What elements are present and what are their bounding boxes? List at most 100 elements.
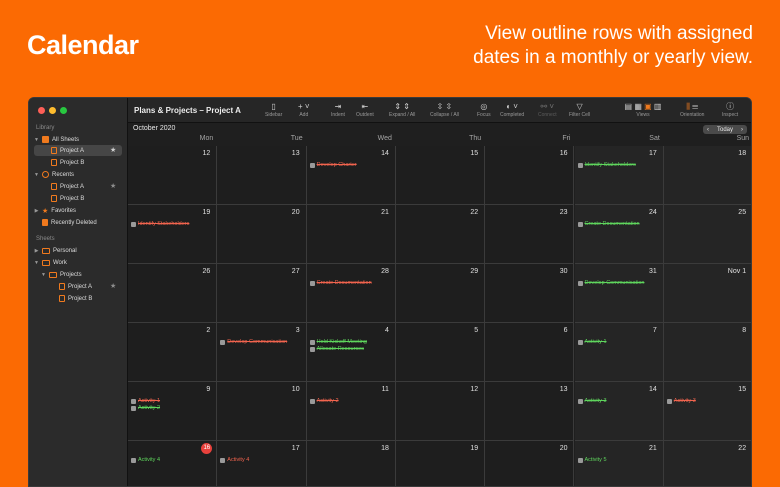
- calendar-event[interactable]: Activity 2: [131, 405, 160, 411]
- calendar-event[interactable]: Create Documentation: [309, 280, 372, 286]
- day-cell[interactable]: 4 Hold Kickoff Meeting Allocate Resources: [306, 323, 396, 382]
- day-cell[interactable]: 10: [217, 382, 307, 441]
- checkbox-icon[interactable]: [131, 221, 136, 227]
- checkbox-icon[interactable]: [309, 346, 315, 352]
- chevron-right-icon[interactable]: ▶: [34, 208, 39, 214]
- calendar-event[interactable]: Create Documentation: [577, 221, 640, 227]
- day-cell[interactable]: 8: [663, 323, 751, 382]
- calendar-event[interactable]: Activity 4: [131, 457, 160, 463]
- checkbox-icon[interactable]: [577, 339, 583, 345]
- calendar-event[interactable]: Develop Communication: [577, 280, 644, 286]
- day-cell[interactable]: 19: [395, 441, 486, 486]
- day-cell[interactable]: 16 Activity 4: [128, 441, 218, 486]
- day-cell[interactable]: 7 Activity 1: [574, 323, 664, 382]
- chevron-down-icon[interactable]: ▼: [34, 260, 39, 266]
- chevron-down-icon[interactable]: ▼: [34, 137, 39, 143]
- day-cell[interactable]: 21: [306, 205, 396, 264]
- close-window-button[interactable]: [38, 107, 45, 114]
- today-button[interactable]: Today: [713, 127, 737, 133]
- day-cell[interactable]: 11 Activity 2: [306, 382, 396, 441]
- sidebar-item-all-sheets[interactable]: ▼ All Sheets: [34, 134, 124, 145]
- checkbox-icon[interactable]: [220, 457, 226, 463]
- day-cell[interactable]: 14 Develop Charter: [306, 146, 396, 205]
- calendar-event[interactable]: Activity 3: [666, 398, 696, 404]
- chevron-right-icon[interactable]: ▶: [34, 248, 39, 254]
- day-cell[interactable]: 27: [217, 264, 307, 323]
- day-cell[interactable]: 18: [306, 441, 396, 486]
- calendar-event[interactable]: Develop Communication: [220, 339, 287, 345]
- calendar-event[interactable]: Identify Stakeholders: [577, 162, 636, 168]
- sidebar-item-work[interactable]: ▼ Work: [34, 257, 124, 268]
- calendar-event[interactable]: Identify Stakeholders: [131, 221, 189, 227]
- day-cell[interactable]: 13: [217, 146, 307, 205]
- day-cell[interactable]: 16: [485, 146, 575, 205]
- calendar-event[interactable]: Activity 2: [309, 398, 339, 404]
- previous-month-button[interactable]: ‹: [703, 127, 713, 133]
- day-cell[interactable]: 5: [395, 323, 486, 382]
- star-icon[interactable]: ★: [110, 282, 116, 290]
- day-cell[interactable]: 28 Create Documentation: [306, 264, 396, 323]
- orientation-control[interactable]: ⫼ ☰ Orientation: [680, 101, 704, 118]
- day-cell[interactable]: 17 Identify Stakeholders: [574, 146, 664, 205]
- checkbox-icon[interactable]: [309, 398, 315, 404]
- checkbox-icon[interactable]: [131, 405, 136, 411]
- sidebar-item-recents[interactable]: ▼ Recents: [34, 169, 124, 180]
- sidebar-item-personal[interactable]: ▶ Personal: [34, 245, 124, 256]
- zoom-window-button[interactable]: [60, 107, 67, 114]
- checkbox-icon[interactable]: [131, 398, 136, 404]
- views-segmented-control[interactable]: ▤ ▦ ▣ ▥ Views: [609, 101, 677, 118]
- calendar-view-icon[interactable]: ▣: [644, 102, 652, 111]
- outdent-button[interactable]: ⇤ Outdent: [356, 101, 374, 118]
- day-cell[interactable]: 3 Develop Communication: [217, 323, 307, 382]
- connect-button[interactable]: ⚯ ˅ Connect: [538, 101, 557, 118]
- completed-button[interactable]: ◐ ˅ Completed: [500, 101, 524, 118]
- checkbox-icon[interactable]: [577, 457, 583, 463]
- calendar-event[interactable]: Activity 1: [131, 398, 160, 404]
- sidebar-item-recently-deleted[interactable]: Recently Deleted: [34, 217, 124, 228]
- day-cell[interactable]: 31 Develop Communication: [574, 264, 664, 323]
- add-button[interactable]: + ˅ Add: [298, 101, 310, 118]
- minimize-window-button[interactable]: [49, 107, 56, 114]
- day-cell[interactable]: 14 Activity 3: [574, 382, 664, 441]
- day-cell[interactable]: 15 Activity 3: [663, 382, 751, 441]
- sidebar-item-work-project-b[interactable]: Project B: [34, 293, 124, 304]
- checkbox-icon[interactable]: [666, 398, 672, 404]
- day-cell[interactable]: 20: [217, 205, 307, 264]
- checkbox-icon[interactable]: [131, 457, 136, 463]
- inspect-button[interactable]: ⓘ Inspect: [722, 101, 738, 118]
- calendar-event[interactable]: Activity 5: [577, 457, 607, 463]
- day-cell[interactable]: 15: [395, 146, 486, 205]
- day-cell[interactable]: 17 Activity 4: [217, 441, 307, 486]
- next-month-button[interactable]: ›: [737, 127, 747, 133]
- sidebar-item-projects[interactable]: ▼ Projects: [41, 269, 124, 280]
- sidebar-item-project-b[interactable]: Project B: [34, 157, 124, 168]
- filter-cell-button[interactable]: ▽ Filter Cell: [569, 101, 590, 118]
- star-icon[interactable]: ★: [110, 146, 116, 154]
- day-cell[interactable]: 22: [395, 205, 486, 264]
- day-cell[interactable]: 13: [485, 382, 575, 441]
- checkbox-icon[interactable]: [309, 280, 315, 286]
- chevron-down-icon[interactable]: ▼: [34, 172, 39, 178]
- day-cell[interactable]: 12: [128, 146, 218, 205]
- chevron-down-icon[interactable]: ▼: [41, 272, 46, 278]
- day-cell[interactable]: 20: [485, 441, 575, 486]
- star-icon[interactable]: ★: [110, 182, 116, 190]
- day-cell[interactable]: 2: [128, 323, 218, 382]
- checkbox-icon[interactable]: [577, 398, 583, 404]
- checkbox-icon[interactable]: [220, 339, 226, 345]
- day-cell[interactable]: 29: [395, 264, 486, 323]
- day-cell[interactable]: 12: [395, 382, 486, 441]
- calendar-event[interactable]: Activity 3: [577, 398, 607, 404]
- day-cell[interactable]: 25: [663, 205, 751, 264]
- day-cell[interactable]: 9 Activity 1 Activity 2: [128, 382, 218, 441]
- day-cell[interactable]: 26: [128, 264, 218, 323]
- expand-button[interactable]: ⇕ ⇕ Expand / All: [389, 101, 415, 118]
- sidebar-item-favorites[interactable]: ▶ ★ Favorites: [34, 205, 124, 216]
- calendar-event[interactable]: Develop Charter: [309, 162, 357, 168]
- indent-button[interactable]: ⇥ Indent: [331, 101, 345, 118]
- collapse-button[interactable]: ⇳ ⇳ Collapse / All: [430, 101, 459, 118]
- day-cell[interactable]: 23: [485, 205, 575, 264]
- day-cell[interactable]: 24 Create Documentation: [574, 205, 664, 264]
- checkbox-icon[interactable]: [309, 339, 315, 345]
- sidebar-item-recents-project-b[interactable]: Project B: [34, 193, 124, 204]
